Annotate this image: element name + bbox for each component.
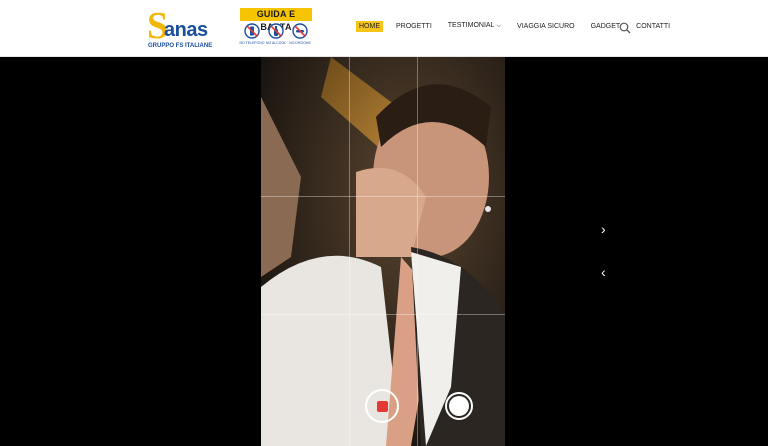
chevron-left-icon[interactable]: ‹ [601, 265, 606, 279]
nav-viaggia-sicuro[interactable]: VIAGGIA SICURO [514, 21, 578, 32]
search-icon[interactable] [619, 22, 631, 34]
nav-testimonial-label: TESTIMONIAL [447, 22, 495, 29]
no-alcohol-item: NO ALCOOL [265, 23, 287, 45]
site-header: S anas GRUPPO FS ITALIANE GUIDA E BASTA … [0, 0, 768, 57]
record-icon[interactable] [365, 389, 399, 423]
no-alcohol-icon [268, 23, 284, 39]
campaign-title: GUIDA E BASTA [240, 8, 312, 32]
logo-word: anas [164, 19, 208, 41]
grid-line-horizontal-1 [261, 196, 505, 197]
no-alcohol-label: NO ALCOOL [265, 41, 287, 45]
nav-testimonial[interactable]: TESTIMONIAL ⌵ [445, 20, 504, 32]
guida-e-basta-logo[interactable]: GUIDA E BASTA NO TELEFONO NO ALCOOL [239, 8, 312, 51]
no-phone-label: NO TELEFONO [239, 41, 265, 45]
anas-logo[interactable]: S anas GRUPPO FS ITALIANE [147, 7, 219, 51]
grid-line-vertical-2 [417, 57, 418, 446]
no-phone-item: NO TELEFONO [239, 23, 265, 45]
no-drugs-item: NO DROGHE [289, 23, 311, 45]
shutter-inner [449, 396, 469, 416]
grid-line-horizontal-2 [261, 314, 505, 315]
video-player[interactable] [261, 57, 505, 446]
nav-contatti[interactable]: CONTATTI [633, 21, 673, 32]
nav-home[interactable]: HOME [356, 20, 383, 32]
chevron-right-icon[interactable]: › [601, 222, 606, 236]
nav-gadget[interactable]: GADGET [588, 21, 624, 32]
main-nav: HOME PROGETTI TESTIMONIAL ⌵ VIAGGIA SICUR… [356, 20, 683, 32]
no-drugs-icon [292, 23, 308, 39]
shutter-icon[interactable] [445, 392, 473, 420]
grid-line-vertical-1 [349, 57, 350, 446]
no-drugs-label: NO DROGHE [289, 41, 311, 45]
video-frame [261, 57, 505, 446]
record-dot [377, 401, 388, 412]
nav-progetti[interactable]: PROGETTI [393, 21, 435, 32]
chevron-down-icon: ⌵ [496, 23, 502, 29]
no-phone-icon [244, 23, 260, 39]
logo-subtitle: GRUPPO FS ITALIANE [148, 43, 213, 49]
